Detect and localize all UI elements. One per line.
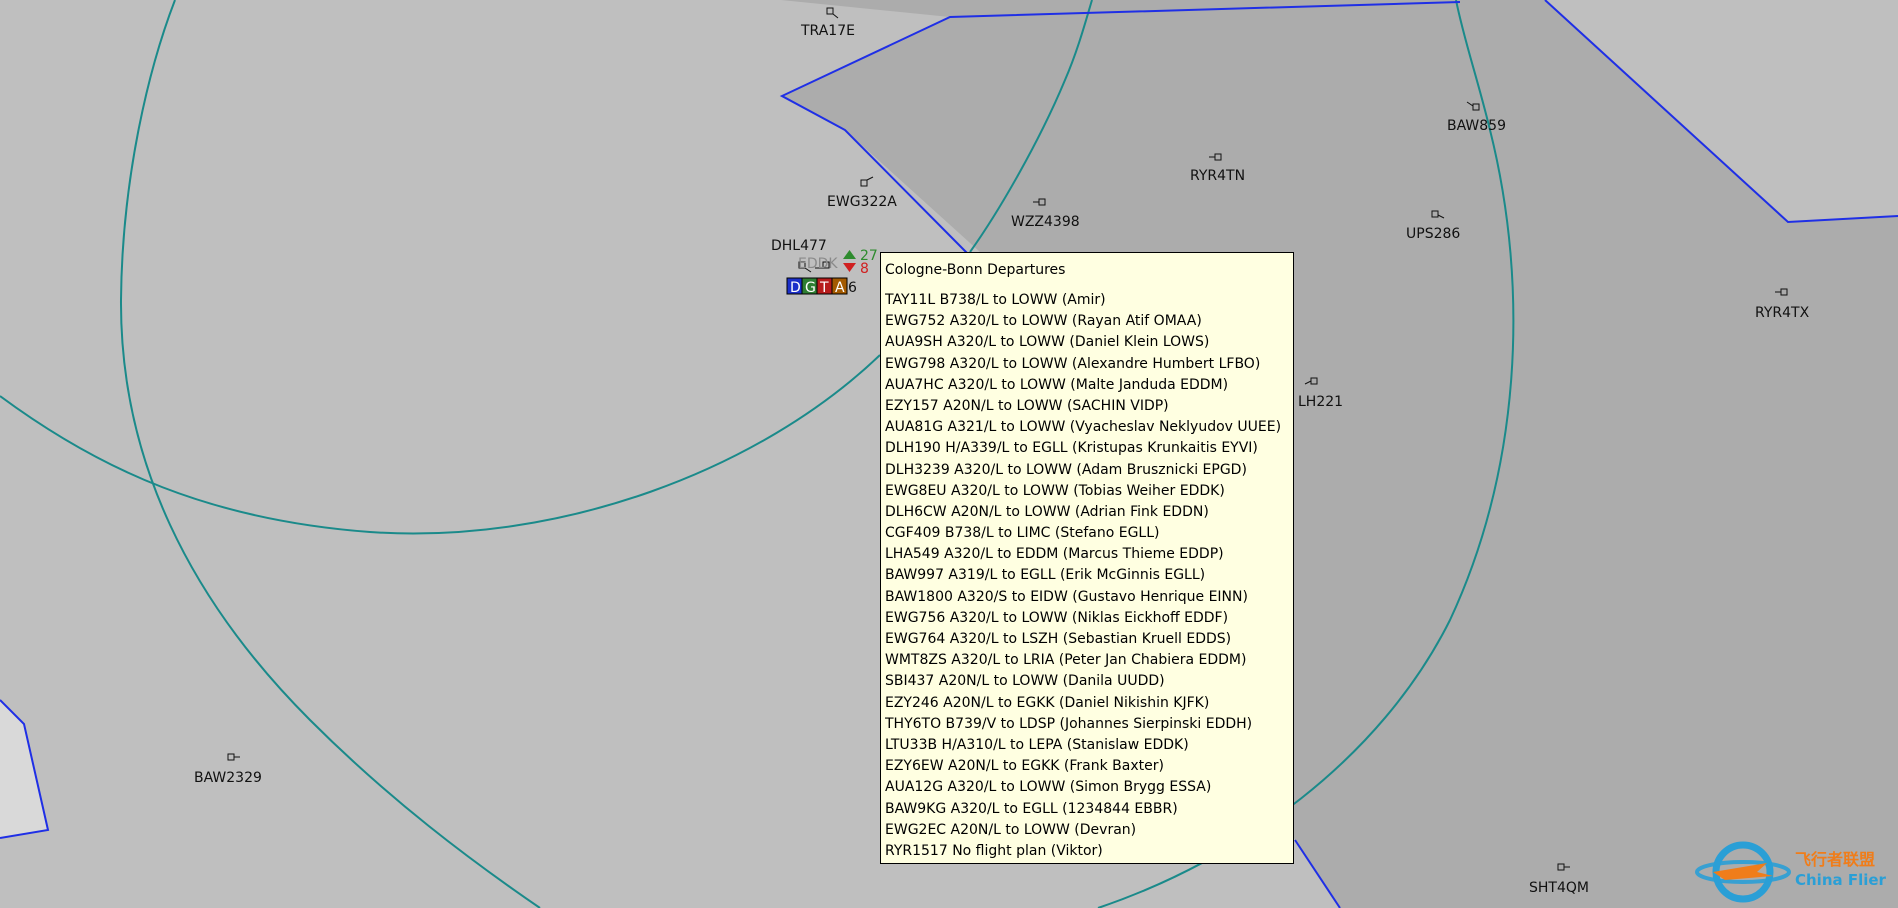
- controller-buttons[interactable]: D G T A: [786, 277, 848, 296]
- watermark: 飞行者联盟 China Flier: [1695, 841, 1887, 903]
- departure-row[interactable]: THY6TO B739/V to LDSP (Johannes Sierpins…: [885, 714, 1293, 735]
- popup-title: Cologne-Bonn Departures: [885, 262, 1066, 278]
- controller-approach-button[interactable]: A: [831, 277, 848, 296]
- airport-icao-label[interactable]: EDDK: [798, 256, 838, 272]
- departure-row[interactable]: RYR1517 No flight plan (Viktor): [885, 841, 1293, 862]
- departure-row[interactable]: TAY11L B738/L to LOWW (Amir): [885, 290, 1293, 311]
- controller-tower-button[interactable]: T: [816, 277, 833, 296]
- departure-row[interactable]: AUA81G A321/L to LOWW (Vyacheslav Neklyu…: [885, 417, 1293, 438]
- controller-ground-button[interactable]: G: [801, 277, 818, 296]
- aircraft-callsign[interactable]: SHT4QM: [1529, 880, 1589, 896]
- departure-row[interactable]: AUA12G A320/L to LOWW (Simon Brygg ESSA): [885, 777, 1293, 798]
- departure-row[interactable]: DLH6CW A20N/L to LOWW (Adrian Fink EDDN): [885, 502, 1293, 523]
- departure-row[interactable]: EWG798 A320/L to LOWW (Alexandre Humbert…: [885, 354, 1293, 375]
- departure-row[interactable]: SBI437 A20N/L to LOWW (Danila UUDD): [885, 671, 1293, 692]
- watermark-brand-en: China Flier: [1795, 871, 1887, 889]
- watermark-brand-cn: 飞行者联盟: [1795, 850, 1875, 869]
- departure-row[interactable]: EZY246 A20N/L to EGKK (Daniel Nikishin K…: [885, 693, 1293, 714]
- departure-row[interactable]: EZY157 A20N/L to LOWW (SACHIN VIDP): [885, 396, 1293, 417]
- aircraft-callsign[interactable]: LH221: [1298, 394, 1343, 410]
- aircraft-callsign[interactable]: RYR4TX: [1755, 305, 1810, 321]
- departures-popup: Cologne-Bonn Departures TAY11L B738/L to…: [880, 252, 1294, 864]
- airport-partial-label: 6: [848, 280, 857, 296]
- departure-row[interactable]: LHA549 A320/L to EDDM (Marcus Thieme EDD…: [885, 544, 1293, 565]
- departure-row[interactable]: EWG752 A320/L to LOWW (Rayan Atif OMAA): [885, 311, 1293, 332]
- departures-list: TAY11L B738/L to LOWW (Amir) EWG752 A320…: [885, 290, 1293, 862]
- departure-row[interactable]: EWG764 A320/L to LSZH (Sebastian Kruell …: [885, 629, 1293, 650]
- aircraft-callsign[interactable]: TRA17E: [800, 23, 855, 39]
- aircraft-callsign[interactable]: EWG322A: [827, 194, 897, 210]
- aircraft-callsign[interactable]: DHL477: [771, 238, 827, 254]
- departure-row[interactable]: WMT8ZS A320/L to LRIA (Peter Jan Chabier…: [885, 650, 1293, 671]
- departure-row[interactable]: EZY6EW A20N/L to EGKK (Frank Baxter): [885, 756, 1293, 777]
- departure-row[interactable]: DLH190 H/A339/L to EGLL (Kristupas Krunk…: [885, 438, 1293, 459]
- controller-delivery-button[interactable]: D: [786, 277, 803, 296]
- controller-delivery-label: D: [790, 280, 801, 296]
- departure-row[interactable]: BAW9KG A320/L to EGLL (1234844 EBBR): [885, 799, 1293, 820]
- departure-row[interactable]: AUA9SH A320/L to LOWW (Daniel Klein LOWS…: [885, 332, 1293, 353]
- controller-approach-label: A: [835, 280, 845, 296]
- departure-row[interactable]: DLH3239 A320/L to LOWW (Adam Brusznicki …: [885, 460, 1293, 481]
- departure-row[interactable]: AUA7HC A320/L to LOWW (Malte Janduda EDD…: [885, 375, 1293, 396]
- controller-tower-label: T: [819, 280, 829, 296]
- departure-row[interactable]: EWG756 A320/L to LOWW (Niklas Eickhoff E…: [885, 608, 1293, 629]
- departure-row[interactable]: BAW1800 A320/S to EIDW (Gustavo Henrique…: [885, 587, 1293, 608]
- aircraft-callsign[interactable]: BAW2329: [194, 770, 262, 786]
- aircraft-callsign[interactable]: RYR4TN: [1190, 168, 1245, 184]
- aircraft-callsign[interactable]: WZZ4398: [1011, 214, 1080, 230]
- aircraft-callsign[interactable]: BAW859: [1447, 118, 1506, 134]
- china-flier-logo-icon: [1695, 841, 1791, 903]
- departures-count: 8: [860, 261, 869, 277]
- departure-row[interactable]: LTU33B H/A310/L to LEPA (Stanislaw EDDK): [885, 735, 1293, 756]
- controller-ground-label: G: [805, 280, 816, 296]
- departure-row[interactable]: CGF409 B738/L to LIMC (Stefano EGLL): [885, 523, 1293, 544]
- departure-row[interactable]: BAW997 A319/L to EGLL (Erik McGinnis EGL…: [885, 565, 1293, 586]
- departure-row[interactable]: EWG2EC A20N/L to LOWW (Devran): [885, 820, 1293, 841]
- departure-row[interactable]: EWG8EU A320/L to LOWW (Tobias Weiher EDD…: [885, 481, 1293, 502]
- aircraft-callsign[interactable]: UPS286: [1406, 226, 1460, 242]
